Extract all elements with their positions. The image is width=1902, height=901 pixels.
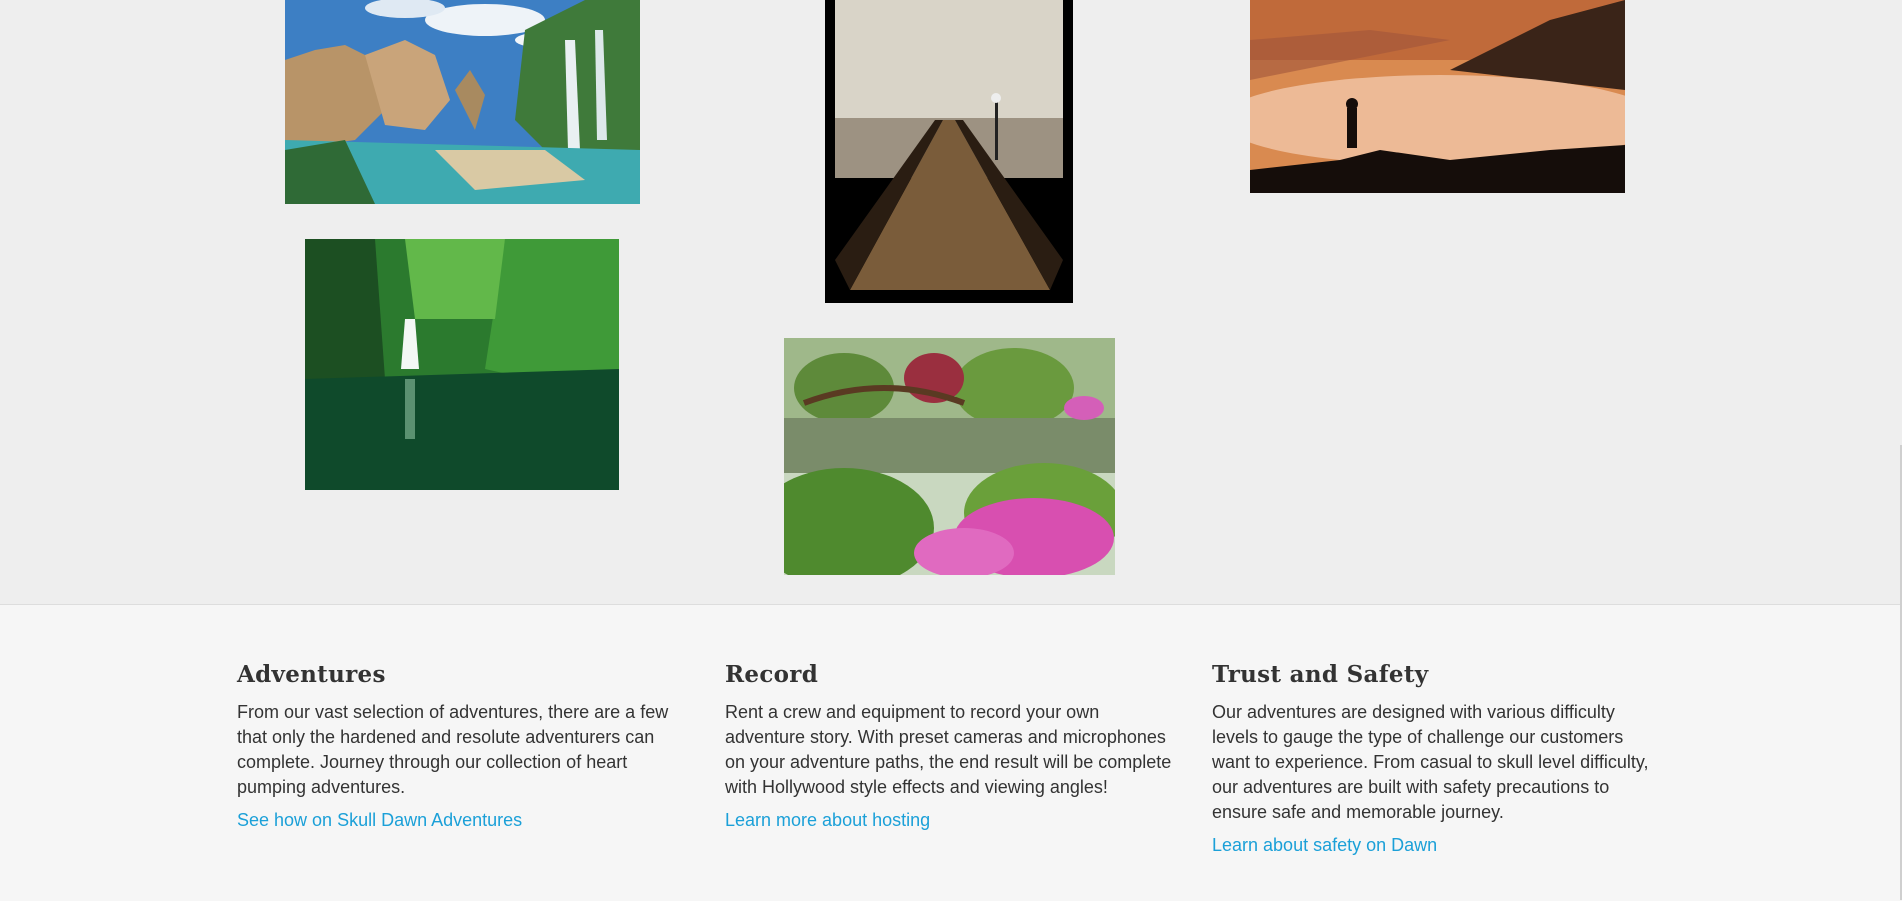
gallery-photo-lagoon[interactable] (285, 0, 640, 204)
feature-body: Our adventures are designed with various… (1212, 702, 1649, 822)
gallery-photo-garden-bridge[interactable] (784, 338, 1115, 575)
gallery-photo-hiker[interactable] (1250, 0, 1625, 193)
feature-body: Rent a crew and equipment to record your… (725, 702, 1172, 797)
feature-title: Adventures (237, 661, 386, 688)
gallery-photo-pier[interactable] (825, 0, 1073, 303)
safety-link[interactable]: Learn about safety on Dawn (1212, 835, 1437, 856)
feature-adventures: Adventures From our vast selection of ad… (237, 661, 677, 831)
feature-record: Record Rent a crew and equipment to reco… (725, 661, 1175, 831)
feature-body: From our vast selection of adventures, t… (237, 702, 669, 797)
gallery-photo-gorge-waterfall[interactable] (305, 239, 619, 490)
photo-gallery (0, 0, 1902, 604)
feature-title: Trust and Safety (1212, 661, 1429, 688)
features-section: Adventures From our vast selection of ad… (0, 604, 1902, 901)
hosting-link[interactable]: Learn more about hosting (725, 810, 930, 831)
feature-trust-safety: Trust and Safety Our adventures are desi… (1212, 661, 1657, 856)
adventures-link[interactable]: See how on Skull Dawn Adventures (237, 810, 522, 831)
feature-title: Record (725, 661, 819, 688)
